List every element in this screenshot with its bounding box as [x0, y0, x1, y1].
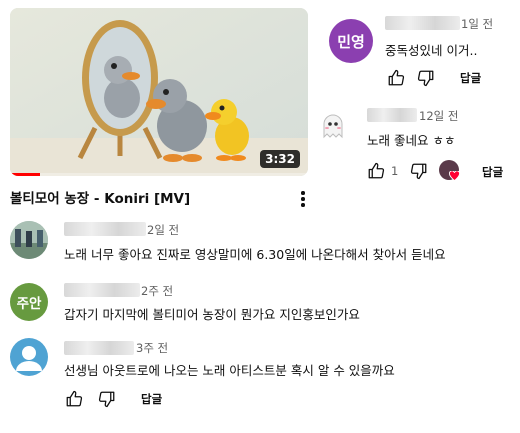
comment-time: 1일 전	[461, 17, 494, 31]
reply-button[interactable]: 답글	[460, 70, 481, 86]
comment-time: 12일 전	[419, 109, 459, 123]
ghost-icon	[323, 114, 343, 139]
avatar[interactable]	[315, 108, 351, 144]
comment-time: 2주 전	[141, 284, 174, 298]
comment-text: 중독성있네 이거..	[385, 43, 478, 58]
like-icon[interactable]	[64, 389, 84, 409]
more-dot	[301, 191, 305, 195]
comment-time: 2일 전	[147, 223, 180, 237]
author-name-redacted[interactable]	[64, 341, 134, 355]
comment-text: 노래 너무 좋아요 진짜로 영상말미에 6.30일에 나온다해서 찾아서 듣네요	[64, 247, 446, 262]
comment-text: 갑자기 마지막에 볼티미어 농장이 뭔가요 지인홍보인가요	[64, 307, 360, 322]
duration-badge: 3:32	[260, 150, 300, 168]
progress-fill	[10, 173, 40, 176]
reply-button[interactable]: 답글	[141, 391, 162, 407]
like-icon[interactable]	[366, 161, 386, 181]
progress-bar[interactable]	[10, 173, 308, 176]
more-dot	[301, 203, 305, 207]
comment-time: 3주 전	[136, 341, 169, 355]
video-thumbnail[interactable]: 3:32	[10, 8, 308, 176]
dislike-icon[interactable]	[97, 389, 117, 409]
avatar[interactable]	[10, 221, 48, 259]
author-name-redacted[interactable]	[64, 222, 146, 236]
like-count: 1	[391, 164, 399, 178]
heart-icon	[449, 171, 460, 181]
dislike-icon[interactable]	[416, 68, 436, 88]
author-name-redacted[interactable]	[64, 283, 140, 297]
author-name-redacted[interactable]	[385, 16, 460, 30]
comment-text: 노래 좋네요 ㅎㅎ	[367, 133, 456, 148]
reply-button[interactable]: 답글	[482, 164, 503, 180]
comment-text: 선생님 아웃트로에 나오는 노래 아티스트분 혹시 알 수 있을까요	[64, 363, 395, 378]
more-options-button[interactable]	[296, 188, 310, 210]
avatar[interactable]	[10, 338, 48, 376]
more-dot	[301, 197, 305, 201]
avatar-initials: 주안	[16, 296, 42, 312]
video-title[interactable]: 볼티모어 농장 - Koniri [MV]	[10, 187, 190, 207]
avatar-initials: 민영	[337, 32, 365, 51]
default-person-icon	[16, 346, 42, 371]
avatar[interactable]: 주안	[10, 283, 48, 321]
creator-heart-badge	[439, 160, 461, 182]
photo-avatar	[10, 221, 48, 259]
dislike-icon[interactable]	[409, 161, 429, 181]
avatar[interactable]: 민영	[329, 19, 373, 63]
author-name-redacted[interactable]	[367, 108, 417, 122]
like-icon[interactable]	[386, 68, 406, 88]
